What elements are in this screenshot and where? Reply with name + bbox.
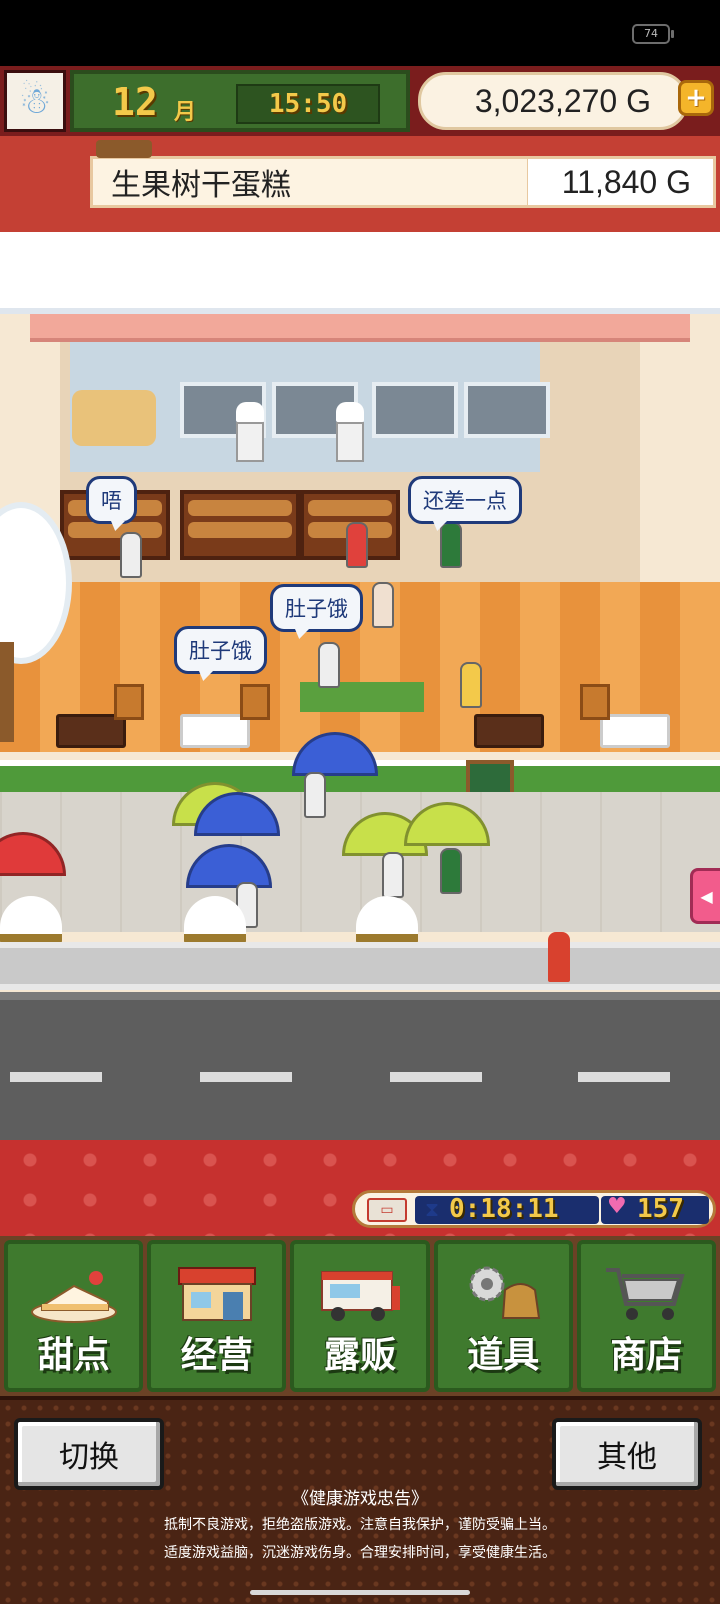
- month-number: 12: [112, 80, 158, 124]
- menu-button-food-truck[interactable]: 露贩: [290, 1240, 430, 1392]
- lane-marking: [578, 1072, 670, 1082]
- tree-trunk: [0, 642, 14, 742]
- chair: [114, 684, 144, 720]
- menu-button-management[interactable]: 经营: [147, 1240, 287, 1392]
- status-bar: 74: [0, 0, 720, 66]
- home-indicator[interactable]: [250, 1590, 470, 1595]
- product-price: 11,840 G: [528, 156, 716, 208]
- chair: [580, 684, 610, 720]
- pedestrian-character[interactable]: [304, 772, 326, 818]
- chef-character[interactable]: [236, 402, 264, 462]
- pedestrian-character[interactable]: [440, 848, 462, 894]
- chair: [240, 684, 270, 720]
- menu-label: 露贩: [324, 1335, 397, 1376]
- menu-label: 商店: [610, 1335, 683, 1376]
- menu-button-shop[interactable]: 商店: [576, 1240, 717, 1392]
- speech-bubble: 还差一点: [408, 476, 522, 524]
- heart-icon: ♥: [607, 1194, 627, 1219]
- health-notice-line: 抵制不良游戏，拒绝盗版游戏。注意自我保护，谨防受骗上当。: [164, 1516, 556, 1532]
- date-time-panel: 12 月 15:50: [70, 70, 410, 132]
- add-money-button[interactable]: +: [678, 80, 714, 116]
- speech-bubble: 肚子饿: [174, 626, 267, 674]
- hourglass-icon: ⧗: [425, 1197, 440, 1221]
- shopping-cart-icon: [602, 1258, 690, 1328]
- food-truck-status[interactable]: ▭ ⧗ 0:18:11 ♥ 157: [352, 1190, 716, 1228]
- product-name: 生果树干蛋糕: [90, 156, 530, 208]
- cake-icon: [30, 1258, 118, 1328]
- food-truck-icon: [316, 1258, 404, 1328]
- product-banner: 生果树干蛋糕 11,840 G: [0, 136, 720, 232]
- shop-building-icon: [173, 1258, 261, 1328]
- game-clock: 15:50: [236, 84, 380, 124]
- oven: [372, 382, 458, 438]
- road: [0, 992, 720, 1140]
- lane-marking: [200, 1072, 292, 1082]
- chef-character[interactable]: [336, 402, 364, 462]
- customer-character[interactable]: [440, 522, 462, 568]
- customer-character[interactable]: [346, 522, 368, 568]
- menu-label: 经营: [180, 1335, 253, 1376]
- lane-marking: [10, 1072, 102, 1082]
- oven: [464, 382, 550, 438]
- heart-count: 157: [637, 1194, 684, 1224]
- chevron-left-icon: ◀: [700, 886, 713, 906]
- guard-rail: [0, 942, 720, 990]
- health-notice-line: 适度游戏益脑，沉迷游戏伤身。合理安排时间，享受健康生活。: [164, 1544, 556, 1560]
- money-display: 3,023,270 G: [418, 72, 688, 130]
- customer-character[interactable]: [372, 582, 394, 628]
- snowman-avatar-icon[interactable]: ☃: [4, 70, 66, 132]
- shop-awning: [30, 314, 690, 342]
- fire-hydrant: [548, 932, 570, 982]
- gear-sack-icon: [459, 1258, 547, 1328]
- food-truck-timer: 0:18:11: [449, 1194, 559, 1224]
- top-hud: ☃ 12 月 15:50 3,023,270 G +: [0, 66, 720, 136]
- speech-bubble: 肚子饿: [270, 584, 363, 632]
- snowy-roof: [0, 232, 720, 314]
- customer-character[interactable]: [460, 662, 482, 708]
- bakery-scene[interactable]: 唔 还差一点 肚子饿 肚子饿 ◀: [0, 232, 720, 1140]
- menu-button-items[interactable]: 道具: [433, 1240, 573, 1392]
- main-menu: 甜点 经营 露贩 道具 商店: [0, 1236, 720, 1396]
- dining-table: [600, 714, 670, 748]
- pedestrian-character[interactable]: [382, 852, 404, 898]
- bread-icon: [96, 140, 152, 158]
- dining-table: [474, 714, 544, 748]
- switch-button[interactable]: 切换: [14, 1418, 164, 1490]
- menu-label: 甜点: [37, 1335, 110, 1376]
- lane-marking: [390, 1072, 482, 1082]
- food-truck-icon: ▭: [367, 1198, 407, 1222]
- bread-display: [72, 390, 156, 446]
- bread-shelf: [180, 490, 300, 560]
- customer-character[interactable]: [318, 642, 340, 688]
- customer-character[interactable]: [120, 532, 142, 578]
- menu-label: 道具: [467, 1335, 540, 1376]
- health-notice-title: 《健康游戏忠告》: [292, 1489, 428, 1508]
- month-unit: 月: [174, 100, 197, 125]
- other-button[interactable]: 其他: [552, 1418, 702, 1490]
- menu-button-desserts[interactable]: 甜点: [4, 1240, 144, 1392]
- speech-bubble: 唔: [86, 476, 137, 524]
- battery-icon: 74: [632, 24, 674, 44]
- side-panel-arrow-button[interactable]: ◀: [690, 868, 720, 924]
